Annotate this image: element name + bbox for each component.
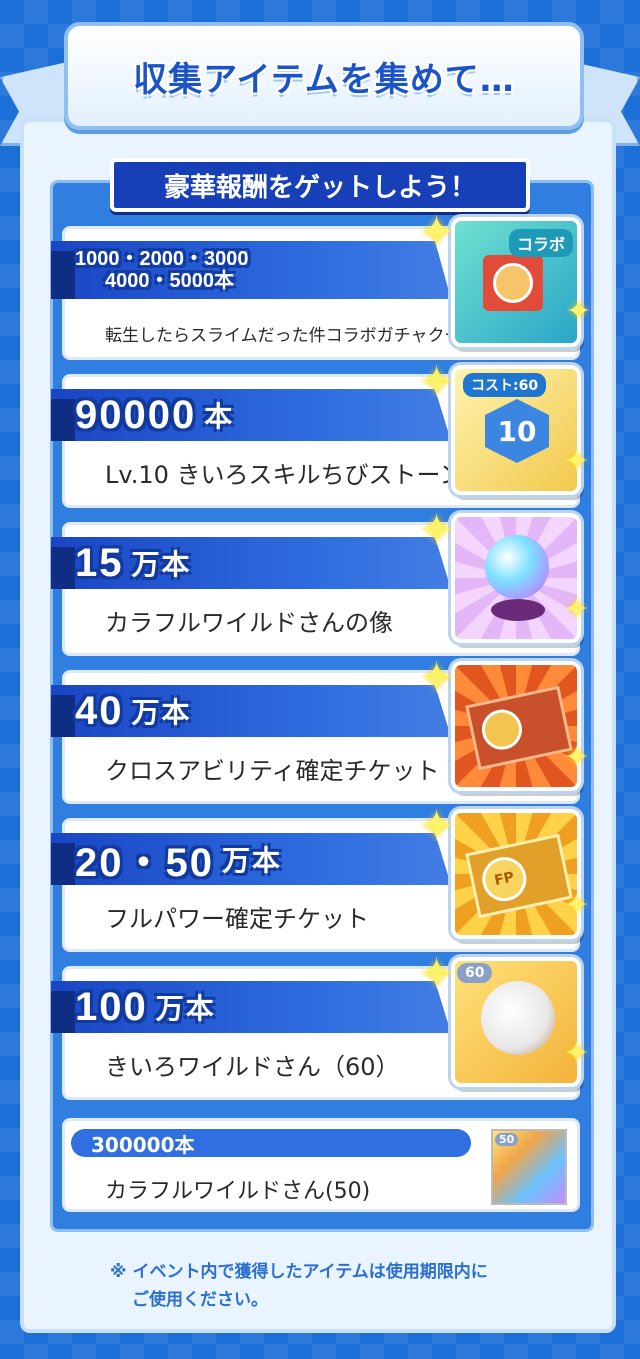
cross-ability-ticket-thumb xyxy=(451,661,581,791)
reward-card: 100 万本 きいろワイルドさん（60） 60 ✦ ✦ xyxy=(51,953,589,1100)
reward-card: 40 万本 クロスアビリティ確定チケット ✦ ✦ xyxy=(51,657,589,804)
header-ribbon: 収集アイテムを集めて… xyxy=(64,22,584,130)
reward-amount-line1: 1000・2000・3000 xyxy=(75,248,249,270)
sparkle-icon: ✦ xyxy=(563,444,589,479)
fp-coin-icon: FP xyxy=(478,853,531,906)
reward-name: Lv.10 きいろスキルちびストーン xyxy=(105,461,464,489)
reward-amount-bar: 300000本 xyxy=(71,1129,471,1157)
reward-name: クロスアビリティ確定チケット xyxy=(105,757,440,785)
cross-ticket-icon xyxy=(465,685,573,771)
page-title: 収集アイテムを集めて… xyxy=(133,59,515,100)
cross-emblem-icon xyxy=(478,705,526,754)
stone-icon: 10 xyxy=(485,399,549,463)
reward-unit: 本 xyxy=(204,401,235,432)
reward-name: 転生したらスライムだった件コラボガチャクーポン xyxy=(105,326,496,346)
reward-amount: 20・50 xyxy=(75,841,214,885)
sparkle-icon: ✦ xyxy=(418,505,455,556)
ticket-icon xyxy=(483,255,543,311)
character-card-thumb: 50 xyxy=(491,1129,567,1205)
reward-amount-line2: 4000・5000本 xyxy=(105,270,234,292)
subtitle-banner: 豪華報酬をゲットしよう！ xyxy=(110,158,530,212)
reward-unit: 万本 xyxy=(221,845,282,876)
reward-name: カラフルワイルドさんの像 xyxy=(105,609,393,637)
statue-base-icon xyxy=(491,599,545,621)
statue-thumb xyxy=(451,513,581,643)
reward-name: フルパワー確定チケット xyxy=(105,905,369,933)
sparkle-icon: ✦ xyxy=(563,888,589,923)
full-power-ticket-thumb: FP xyxy=(451,809,581,939)
reward-card-last: 300000本 カラフルワイルドさん(50) 50 xyxy=(62,1118,580,1212)
note-line-2: ご使用ください。 xyxy=(132,1290,268,1310)
card-icon xyxy=(481,981,555,1055)
cost-badge: コスト:60 xyxy=(463,373,547,397)
reward-unit: 万本 xyxy=(131,697,192,728)
character-card-thumb: 60 xyxy=(451,957,581,1087)
reward-amount-tag: 40 万本 xyxy=(51,685,451,737)
reward-card: 1000・2000・3000 4000・5000本 転生したらスライムだった件コ… xyxy=(51,211,591,360)
cost-badge: 60 xyxy=(457,963,493,983)
reward-amount: 40 xyxy=(75,688,124,733)
reward-amount: 90000 xyxy=(75,392,197,437)
sparkle-icon: ✦ xyxy=(563,592,589,627)
fullpower-ticket-icon: FP xyxy=(465,833,573,919)
reward-amount-tag: 15 万本 xyxy=(51,537,451,589)
statue-icon xyxy=(485,535,549,599)
reward-card: 15 万本 カラフルワイルドさんの像 ✦ ✦ xyxy=(51,509,589,656)
collab-coupon-thumb: コラボ xyxy=(451,217,581,347)
footer-note: ※ イベント内で獲得したアイテムは使用期限内に ご使用ください。 xyxy=(110,1258,550,1314)
sparkle-icon: ✦ xyxy=(565,294,591,329)
sparkle-icon: ✦ xyxy=(563,1036,589,1071)
reward-amount: 15 xyxy=(75,540,124,585)
collab-badge: コラボ xyxy=(508,229,573,257)
note-line-1: ※ イベント内で獲得したアイテムは使用期限内に xyxy=(110,1262,488,1282)
cost-badge: 50 xyxy=(495,1133,519,1146)
reward-amount: 100 xyxy=(75,984,148,1029)
reward-amount-tag: 20・50 万本 xyxy=(51,833,451,885)
sparkle-icon: ✦ xyxy=(418,801,455,852)
sparkle-icon: ✦ xyxy=(418,207,455,258)
reward-unit: 万本 xyxy=(131,549,192,580)
reward-unit: 万本 xyxy=(155,993,216,1024)
reward-card: 20・50 万本 フルパワー確定チケット FP ✦ ✦ xyxy=(51,805,589,952)
reward-name: きいろワイルドさん（60） xyxy=(105,1053,400,1081)
reward-card: 90000 本 Lv.10 きいろスキルちびストーン 10 コスト:60 ✦ ✦ xyxy=(51,361,589,508)
reward-amount-tag: 90000 本 xyxy=(51,389,451,441)
reward-amount-tag: 1000・2000・3000 4000・5000本 xyxy=(51,241,451,299)
sparkle-icon: ✦ xyxy=(418,357,455,408)
star-coin-icon xyxy=(493,263,533,303)
reward-amount-tag: 100 万本 xyxy=(51,981,451,1033)
reward-amount: 300000本 xyxy=(91,1132,195,1157)
reward-name: カラフルワイルドさん(50) xyxy=(105,1179,371,1204)
sparkle-icon: ✦ xyxy=(563,740,589,775)
sparkle-icon: ✦ xyxy=(418,949,455,1000)
sparkle-icon: ✦ xyxy=(418,653,455,704)
skill-stone-thumb: 10 コスト:60 xyxy=(451,365,581,495)
